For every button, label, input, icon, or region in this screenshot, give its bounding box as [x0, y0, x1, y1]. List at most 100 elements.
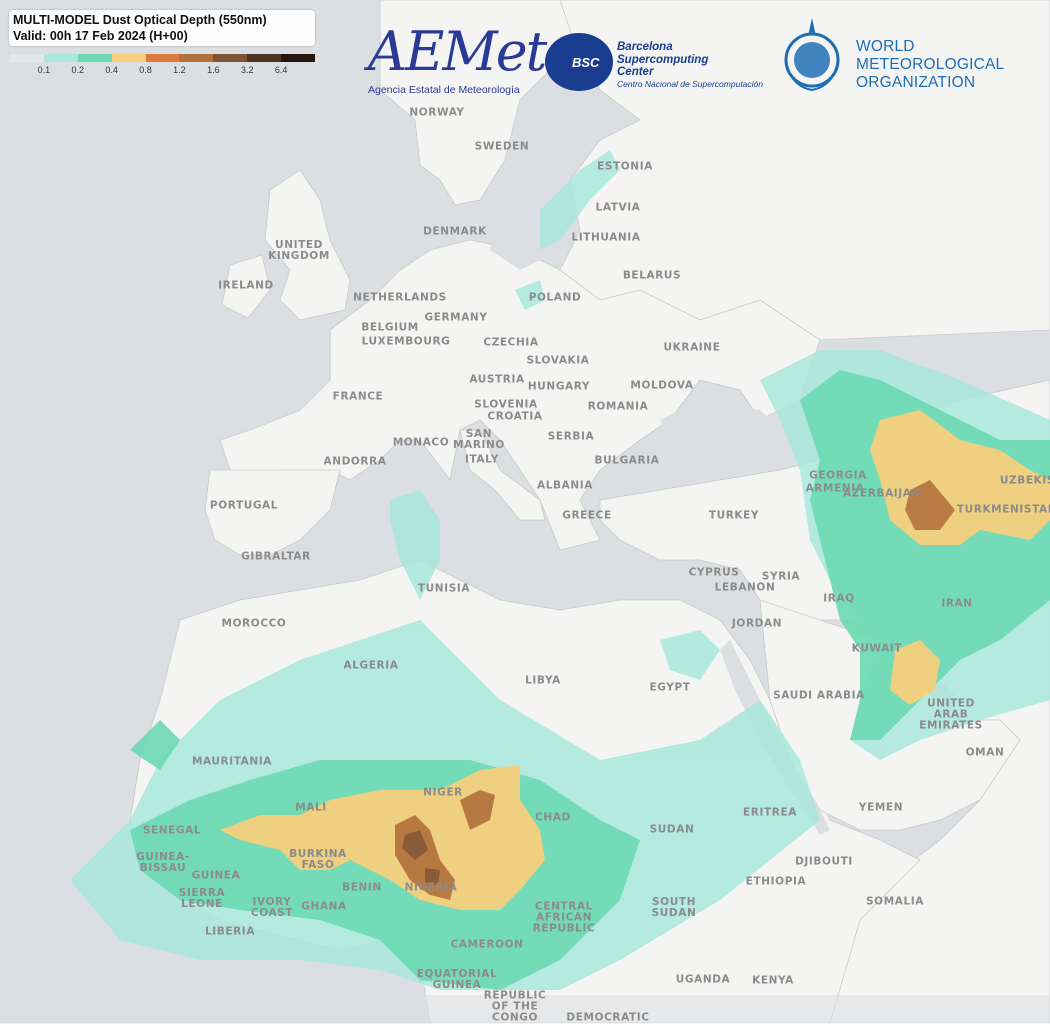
country-label-ivory-coast: IVORY COAST — [250, 896, 294, 919]
country-label-monaco: MONACO — [392, 436, 450, 449]
country-label-algeria: ALGERIA — [343, 659, 399, 672]
country-label-croatia: CROATIA — [487, 410, 543, 423]
country-label-oman: OMAN — [965, 746, 1005, 759]
country-label-guinea-bissau: GUINEA- BISSAU — [136, 851, 190, 874]
aemet-logo-subtitle: Agencia Estatal de Meteorología — [368, 84, 520, 96]
country-label-austria: AUSTRIA — [469, 373, 525, 386]
country-label-sweden: SWEDEN — [474, 140, 530, 153]
colorbar-tick-label: 1.6 — [207, 65, 220, 75]
aemet-logo-word: AEMet — [368, 20, 547, 83]
country-label-belarus: BELARUS — [622, 269, 682, 282]
country-label-lithuania: LITHUANIA — [571, 231, 641, 244]
country-label-france: FRANCE — [332, 390, 384, 403]
colorbar-swatch — [43, 54, 78, 62]
colorbar-swatch — [179, 54, 214, 62]
country-label-hungary: HUNGARY — [527, 380, 591, 393]
country-label-gibraltar: GIBRALTAR — [241, 550, 311, 563]
country-label-ukraine: UKRAINE — [663, 341, 721, 354]
country-label-equatorial-guinea: EQUATORIAL GUINEA — [416, 968, 498, 991]
country-label-senegal: SENEGAL — [142, 824, 202, 837]
bsc-logo-short: BSC — [572, 55, 600, 70]
country-label-democratic: DEMOCRATIC — [566, 1011, 650, 1024]
country-label-somalia: SOMALIA — [866, 895, 924, 908]
wmo-emblem-icon — [784, 18, 840, 92]
country-label-czechia: CZECHIA — [483, 336, 539, 349]
country-label-benin: BENIN — [342, 881, 382, 894]
colorbar-tick-label: 0.8 — [139, 65, 152, 75]
colorbar-tick-label: 1.2 — [173, 65, 186, 75]
colorbar-tick-label: 6.4 — [274, 65, 288, 75]
country-label-serbia: SERBIA — [547, 430, 595, 443]
country-label-djibouti: DJIBOUTI — [795, 855, 853, 868]
country-label-sierra-leone: SIERRA LEONE — [178, 887, 226, 910]
colorbar — [10, 54, 316, 62]
country-label-slovakia: SLOVAKIA — [526, 354, 590, 367]
colorbar-tick-label: 0.2 — [71, 65, 85, 75]
colorbar-tick-label: 3.2 — [240, 65, 254, 75]
wmo-logo-line2: METEOROLOGICAL — [856, 56, 1005, 73]
country-label-liberia: LIBERIA — [204, 925, 256, 938]
country-label-yemen: YEMEN — [858, 801, 904, 814]
country-label-poland: POLAND — [528, 291, 582, 304]
country-label-iran: IRAN — [941, 597, 973, 610]
country-label-united-kingdom: UNITED KINGDOM — [268, 239, 330, 262]
country-label-guinea: GUINEA — [191, 869, 241, 882]
country-label-south-sudan: SOUTH SUDAN — [651, 896, 697, 919]
country-label-morocco: MOROCCO — [221, 617, 287, 630]
country-label-uzbekistan: UZBEKISTAN — [999, 474, 1050, 487]
country-label-norway: NORWAY — [409, 106, 465, 119]
wmo-logo-line1: WORLD — [856, 38, 915, 55]
country-label-iraq: IRAQ — [823, 592, 855, 605]
country-label-moldova: MOLDOVA — [630, 379, 694, 392]
country-label-republic-of-the-congo: REPUBLIC OF THE CONGO — [483, 989, 547, 1024]
country-label-mauritania: MAURITANIA — [191, 755, 273, 768]
country-label-tunisia: TUNISIA — [417, 582, 471, 595]
bsc-logo-line3: Center — [617, 66, 654, 78]
country-label-ireland: IRELAND — [218, 279, 274, 292]
legend-title: MULTI-MODEL Dust Optical Depth (550nm) V… — [13, 12, 267, 44]
country-label-albania: ALBANIA — [537, 479, 593, 492]
colorbar-swatch — [213, 54, 248, 62]
country-label-sudan: SUDAN — [649, 823, 695, 836]
country-label-cameroon: CAMEROON — [450, 938, 524, 951]
colorbar-swatch — [77, 54, 112, 62]
country-label-romania: ROMANIA — [587, 400, 649, 413]
colorbar-swatch — [247, 54, 282, 62]
legend-box: MULTI-MODEL Dust Optical Depth (550nm) V… — [9, 10, 315, 46]
country-label-uganda: UGANDA — [675, 973, 731, 986]
country-label-burkina-faso: BURKINA FASO — [289, 848, 347, 871]
bsc-logo-line1: Barcelona — [617, 41, 673, 53]
wmo-logo-line3: ORGANIZATION — [856, 74, 976, 91]
country-label-germany: GERMANY — [424, 311, 488, 324]
country-label-denmark: DENMARK — [423, 225, 487, 238]
country-label-netherlands: NETHERLANDS — [353, 291, 447, 304]
frame-left — [0, 0, 33, 995]
country-label-chad: CHAD — [535, 811, 571, 824]
colorbar-tick-label: 0.1 — [37, 65, 51, 75]
country-label-saudi-arabia: SAUDI ARABIA — [773, 689, 865, 702]
country-label-jordan: JORDAN — [731, 617, 783, 630]
wmo-logo-text: WORLD METEOROLOGICAL ORGANIZATION — [856, 38, 1004, 92]
country-label-ethiopia: ETHIOPIA — [745, 875, 807, 888]
country-label-georgia: GEORGIA — [809, 469, 867, 482]
country-label-kuwait: KUWAIT — [851, 642, 903, 655]
country-label-turkey: TURKEY — [708, 509, 760, 522]
country-label-italy: ITALY — [464, 453, 500, 466]
country-label-eritrea: ERITREA — [743, 806, 797, 819]
country-label-turkmenistan: TURKMENISTAN — [956, 503, 1050, 516]
colorbar-swatch — [111, 54, 146, 62]
country-label-nigeria: NIGERIA — [404, 881, 458, 894]
colorbar-tick-label: 0.4 — [105, 65, 118, 75]
colorbar-swatch — [145, 54, 180, 62]
country-label-bulgaria: BULGARIA — [594, 454, 660, 467]
country-label-slovenia: SLOVENIA — [474, 398, 538, 411]
country-label-libya: LIBYA — [525, 674, 561, 687]
country-label-san-marino: SAN MARINO — [453, 428, 505, 451]
bsc-logo-line2: Supercomputing — [617, 53, 709, 66]
legend-valid-time: Valid: 00h 17 Feb 2024 (H+00) — [13, 29, 188, 43]
country-label-kenya: KENYA — [752, 974, 794, 987]
country-label-central-african-republic: CENTRAL AFRICAN REPUBLIC — [532, 900, 596, 935]
colorbar-swatch — [281, 54, 316, 62]
country-label-andorra: ANDORRA — [323, 455, 387, 468]
aemet-logo: AEMet — [368, 20, 547, 83]
